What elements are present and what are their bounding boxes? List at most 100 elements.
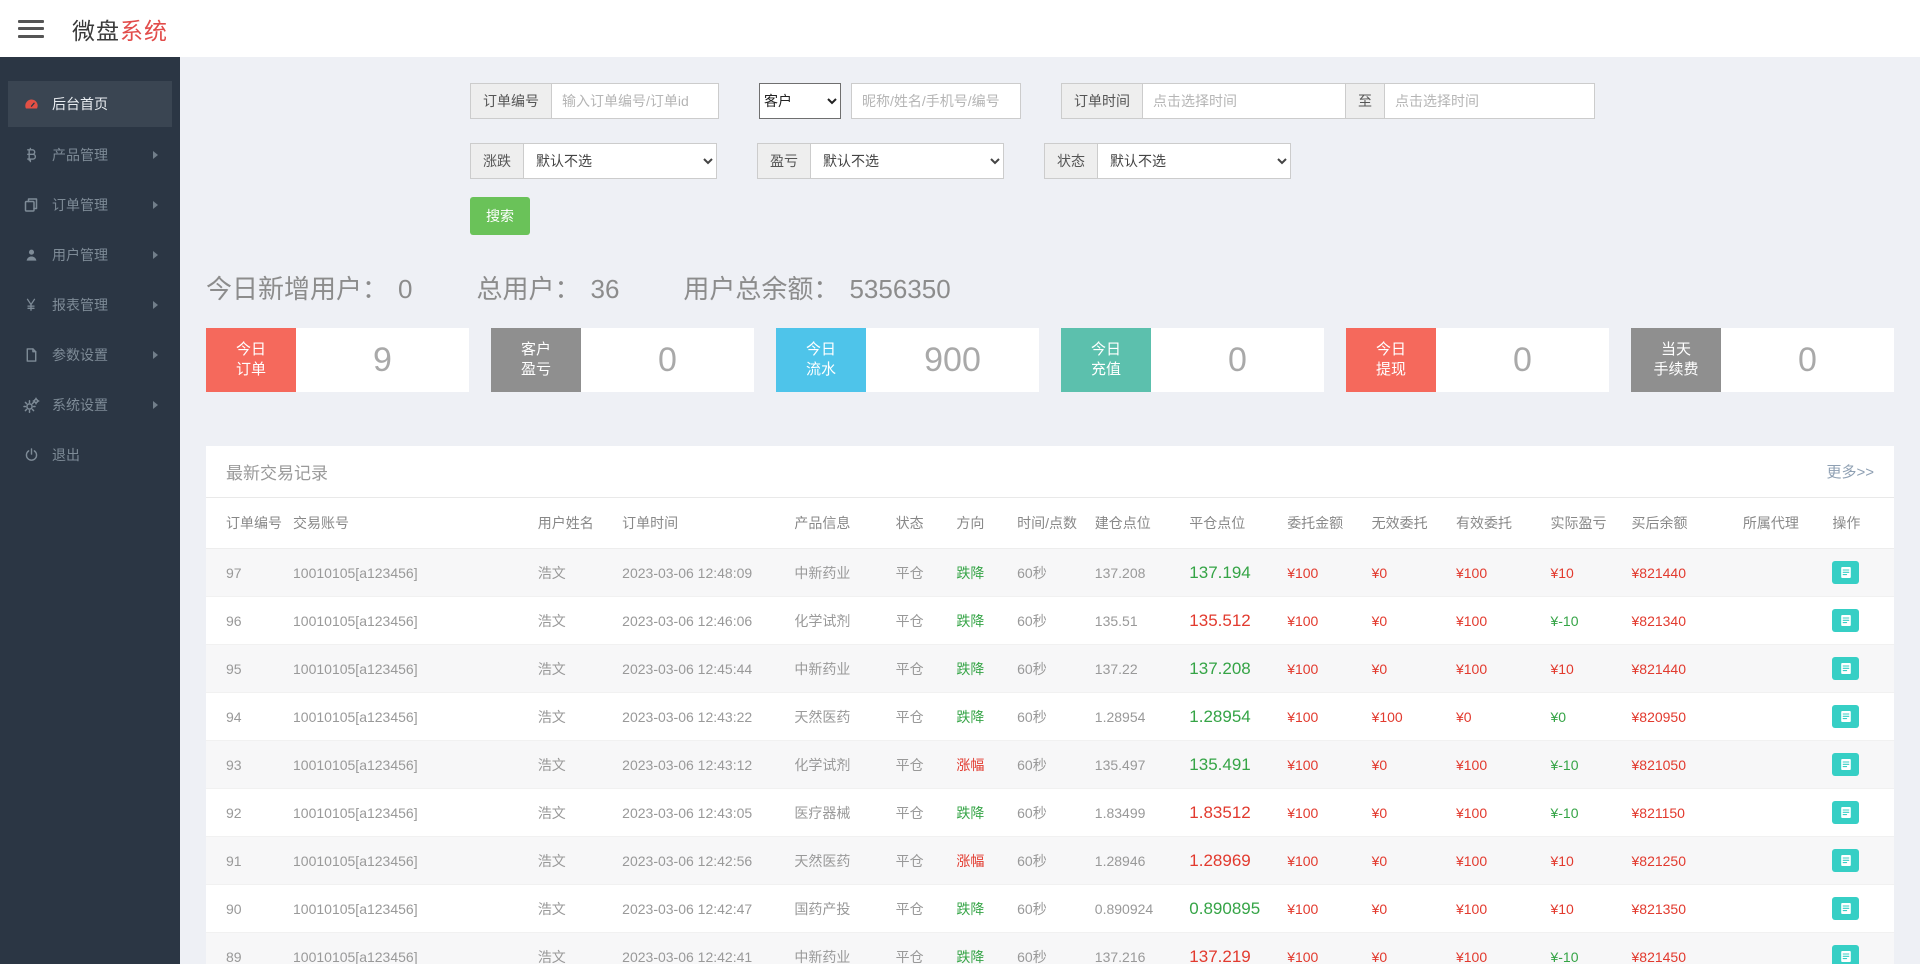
cell-order-id: 95 [206,645,287,693]
cell-entrust-amount: ¥100 [1281,837,1365,885]
sidebar-item-products[interactable]: 产品管理 [8,133,172,177]
view-order-button[interactable] [1832,897,1859,920]
sidebar-item-orders[interactable]: 订单管理 [8,183,172,227]
order-time-label: 订单时间 [1061,83,1142,119]
customer-input[interactable] [851,83,1021,119]
table-row: 9010010105[a123456]浩文2023-03-06 12:42:47… [206,885,1894,933]
more-link[interactable]: 更多>> [1826,461,1874,482]
chevron-right-icon [153,401,158,409]
order-time-group: 订单时间 至 [1061,83,1595,119]
sidebar-item-system[interactable]: 系统设置 [8,383,172,427]
cell-agent [1737,885,1826,933]
cell-order-time: 2023-03-06 12:43:05 [616,789,788,837]
cell-actual-pl: ¥10 [1544,645,1625,693]
sidebar-item-params[interactable]: 参数设置 [8,333,172,377]
menu-toggle-icon[interactable] [18,20,44,38]
sidebar-item-users[interactable]: 用户管理 [8,233,172,277]
cell-status: 平仓 [890,597,951,645]
stat-card: 今日提现 0 [1346,328,1609,392]
view-order-button[interactable] [1832,801,1859,824]
view-order-button[interactable] [1832,657,1859,680]
panel-title: 最新交易记录 [226,459,328,484]
view-order-button[interactable] [1832,705,1859,728]
summary-label: 今日新增用户： [206,269,388,306]
cell-duration: 60秒 [1011,645,1089,693]
cell-entrust-amount: ¥100 [1281,597,1365,645]
status-select[interactable]: 默认不选 [1097,143,1291,179]
updown-select[interactable]: 默认不选 [523,143,717,179]
brand-accent: 系统 [120,18,168,44]
col-header-duration: 时间/点数 [1011,498,1089,549]
file-icon [22,347,40,363]
table-row: 9410010105[a123456]浩文2023-03-06 12:43:22… [206,693,1894,741]
orders-icon [22,197,40,213]
user-icon [22,247,40,263]
document-icon [1840,806,1852,819]
cell-valid-entrust: ¥100 [1450,645,1545,693]
col-header-order-id: 订单编号 [206,498,287,549]
summary-value: 36 [591,274,620,305]
document-icon [1840,614,1852,627]
cell-agent [1737,645,1826,693]
cell-account: 10010105[a123456] [287,597,532,645]
cell-invalid-entrust: ¥0 [1366,549,1450,597]
cell-order-time: 2023-03-06 12:48:09 [616,549,788,597]
cell-invalid-entrust: ¥0 [1366,597,1450,645]
view-order-button[interactable] [1832,945,1859,964]
cell-action [1826,645,1894,693]
sidebar-item-logout[interactable]: 退出 [8,433,172,477]
cell-duration: 60秒 [1011,597,1089,645]
cell-entrust-amount: ¥100 [1281,693,1365,741]
stat-card: 客户盈亏 0 [491,328,754,392]
view-order-button[interactable] [1832,753,1859,776]
table-row: 9510010105[a123456]浩文2023-03-06 12:45:44… [206,645,1894,693]
cell-direction: 跌降 [950,885,1011,933]
cell-status: 平仓 [890,933,951,964]
cell-agent [1737,837,1826,885]
col-header-open-point: 建仓点位 [1089,498,1184,549]
document-icon [1840,854,1852,867]
document-icon [1840,566,1852,579]
customer-group: 客户 [759,83,1021,119]
search-button[interactable]: 搜索 [470,197,530,235]
customer-type-select[interactable]: 客户 [759,83,841,119]
cell-direction: 涨幅 [950,837,1011,885]
cell-agent [1737,933,1826,964]
cell-duration: 60秒 [1011,741,1089,789]
cell-open-point: 1.28954 [1089,693,1184,741]
view-order-button[interactable] [1832,849,1859,872]
cell-open-point: 1.28946 [1089,837,1184,885]
view-order-button[interactable] [1832,561,1859,584]
cell-balance: ¥821350 [1626,885,1737,933]
order-no-input[interactable] [551,83,719,119]
profit-select[interactable]: 默认不选 [810,143,1004,179]
cell-close-point: 137.194 [1183,549,1281,597]
view-order-button[interactable] [1832,609,1859,632]
cell-username: 浩文 [532,837,616,885]
updown-group: 涨跌 默认不选 [470,143,717,179]
stat-card-label: 今日提现 [1346,328,1436,392]
cell-order-id: 89 [206,933,287,964]
cell-open-point: 137.22 [1089,645,1184,693]
cell-close-point: 1.28969 [1183,837,1281,885]
cell-valid-entrust: ¥100 [1450,789,1545,837]
col-header-invalid-entrust: 无效委托 [1366,498,1450,549]
updown-label: 涨跌 [470,143,523,179]
cell-balance: ¥821340 [1626,597,1737,645]
status-group: 状态 默认不选 [1044,143,1291,179]
sidebar-item-home[interactable]: 后台首页 [8,81,172,127]
cell-direction: 跌降 [950,789,1011,837]
cell-entrust-amount: ¥100 [1281,789,1365,837]
cell-agent [1737,693,1826,741]
time-from-input[interactable] [1142,83,1346,119]
cell-product: 天然医药 [788,837,889,885]
main-content: 订单编号 客户 订单时间 至 [180,57,1920,964]
cell-duration: 60秒 [1011,549,1089,597]
cell-direction: 跌降 [950,549,1011,597]
cell-actual-pl: ¥-10 [1544,597,1625,645]
sidebar-item-reports[interactable]: 报表管理 [8,283,172,327]
time-to-input[interactable] [1385,83,1595,119]
cell-action [1826,837,1894,885]
sidebar-item-label: 后台首页 [52,94,108,114]
cell-username: 浩文 [532,693,616,741]
